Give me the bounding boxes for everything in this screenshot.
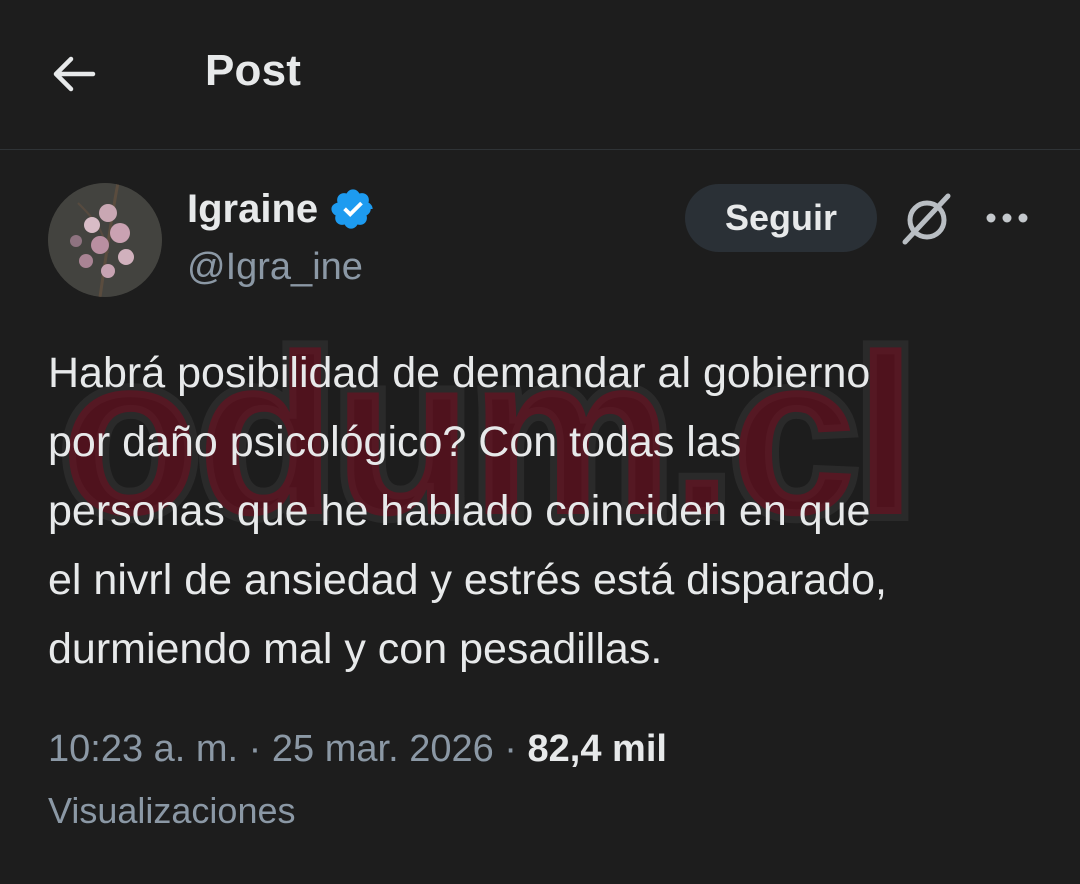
post-text: Habrá posibilidad de demandar al gobiern… bbox=[48, 349, 887, 673]
arrow-left-icon bbox=[53, 56, 96, 92]
page-title: Post bbox=[205, 46, 302, 95]
avatar-image bbox=[48, 183, 162, 297]
views-label: Visualizaciones bbox=[48, 790, 296, 831]
back-button[interactable] bbox=[48, 50, 100, 98]
author-name-row[interactable]: Igraine bbox=[187, 186, 376, 232]
views-count: 82,4 mil bbox=[527, 728, 667, 770]
post-meta: 10:23 a. m. · 25 mar. 2026 · 82,4 mil bbox=[48, 728, 667, 771]
more-dots-icon bbox=[986, 213, 1028, 223]
follow-button[interactable]: Seguir bbox=[685, 184, 877, 252]
meta-separator: · bbox=[493, 728, 528, 770]
verified-badge-icon bbox=[331, 189, 373, 229]
display-name[interactable]: Igraine bbox=[187, 187, 318, 232]
top-bar: Post bbox=[0, 0, 1080, 150]
grok-icon[interactable] bbox=[898, 190, 956, 248]
author-handle[interactable]: @Igra_ine bbox=[187, 246, 363, 289]
avatar[interactable] bbox=[48, 183, 162, 297]
more-horizontal-icon[interactable] bbox=[982, 200, 1032, 236]
post-time[interactable]: 10:23 a. m. bbox=[48, 728, 238, 770]
meta-separator: · bbox=[238, 728, 272, 770]
post-date[interactable]: 25 mar. 2026 bbox=[272, 728, 494, 770]
